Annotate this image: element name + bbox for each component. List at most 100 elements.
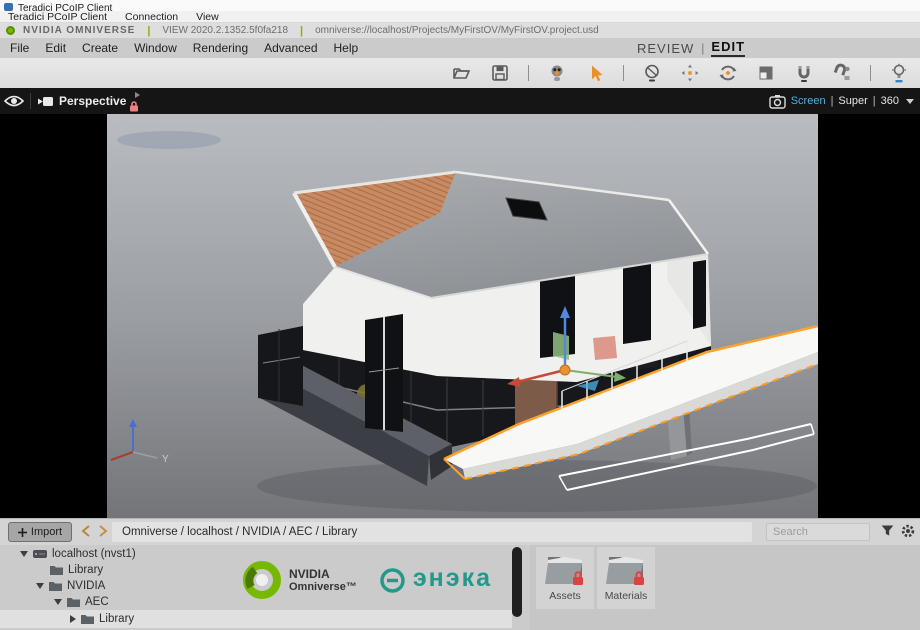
ground-shadow [257,460,817,512]
folder-icon [67,597,80,607]
menu-advanced[interactable]: Advanced [264,41,317,55]
client-menu-app[interactable]: Teradici PCoIP Client [8,11,107,23]
eneca-icon [379,567,406,594]
open-file-button[interactable] [452,63,472,83]
capture-screen-label[interactable]: Screen [791,95,826,107]
caret-right-icon[interactable] [70,615,76,623]
film-camera-icon [37,95,54,108]
light-button[interactable] [889,63,909,83]
folder-icon [49,581,62,591]
menu-help[interactable]: Help [334,41,359,55]
main-toolbar [0,58,920,88]
caret-down-icon[interactable] [20,551,28,557]
tile-label: Assets [549,590,581,602]
capture-button[interactable] [769,94,786,109]
tree-scrollbar-thumb[interactable] [512,547,522,617]
bar-separator: | [300,25,303,37]
transform-space-button[interactable] [642,63,662,83]
scale-tool-button[interactable] [756,63,776,83]
menu-file[interactable]: File [10,41,29,55]
capture-quality-label[interactable]: Super [838,95,867,107]
toolbar-separator [870,65,871,81]
nvidia-logo-icon [6,26,15,35]
settings-button[interactable] [899,523,917,541]
viewport-header: Perspective Screen | Super | 360 [0,88,920,114]
eye-icon [4,94,24,108]
capture-controls: Screen | Super | 360 [769,94,920,109]
move-tool-button[interactable] [680,63,700,83]
folder-tile-materials[interactable]: Materials [597,547,655,609]
house-3d-scene[interactable]: Y [107,114,818,518]
menu-edit[interactable]: Edit [45,41,66,55]
menu-window[interactable]: Window [134,41,177,55]
menu-rendering[interactable]: Rendering [193,41,248,55]
camera-selector[interactable]: Perspective [37,94,144,108]
plus-icon [18,528,27,537]
tree-item-label: localhost (nvst1) [52,548,136,560]
light-bulb-icon [889,63,909,83]
folder-icon [50,565,63,575]
robot-icon [547,63,567,83]
snap-settings-magnet-icon [832,63,852,83]
cloud [117,131,221,149]
locked-folder-icon [605,551,647,587]
tree-item-localhost[interactable]: localhost (nvst1) [20,546,136,561]
client-menu-view[interactable]: View [196,11,219,23]
nvidia-omniverse-logo: NVIDIA Omniverse™ [243,561,357,599]
search-input[interactable] [766,523,870,541]
tree-item-label: Library [68,564,103,576]
tree-item-library-selected[interactable]: Library [0,610,512,628]
select-tool-button[interactable] [585,63,605,83]
caret-down-icon[interactable] [36,583,44,589]
mode-switch: REVIEW | EDIT [637,39,745,57]
viewport-render[interactable]: Y [107,114,818,518]
brand-label: NVIDIA OMNIVERSE [23,25,135,36]
chevron-left-icon [81,525,91,537]
chevron-right-icon [98,525,108,537]
document-url: omniverse://localhost/Projects/MyFirstOV… [315,25,599,36]
camera-menu-label: Perspective [59,94,126,108]
breadcrumb[interactable]: Omniverse / localhost / NVIDIA / AEC / L… [112,522,752,542]
open-file-icon [452,63,472,83]
import-button[interactable]: Import [8,522,72,542]
forward-button[interactable] [95,523,111,541]
folder-icon [81,614,94,624]
filter-button[interactable] [878,523,896,541]
mode-edit[interactable]: EDIT [711,39,745,57]
bar-separator: | [147,25,150,37]
snap-settings-button[interactable] [832,63,852,83]
robot-button[interactable] [547,63,567,83]
rotate-tool-icon [718,63,738,83]
scale-tool-icon [756,63,776,83]
visibility-button[interactable] [4,91,24,111]
tree-item-aec[interactable]: AEC [54,594,109,609]
folder-tile-assets[interactable]: Assets [536,547,594,609]
tree-item-library[interactable]: Library [50,562,103,577]
import-label: Import [31,526,62,538]
tree-item-nvidia[interactable]: NVIDIA [36,578,105,593]
chevron-down-icon[interactable] [906,99,914,104]
mode-review[interactable]: REVIEW [637,41,694,56]
content-browser-toolbar: Import Omniverse / localhost / NVIDIA / … [0,518,920,545]
client-menu-connection[interactable]: Connection [125,11,178,23]
tree-item-label: AEC [85,596,109,608]
caret-down-icon[interactable] [54,599,62,605]
expand-triangle-icon [135,92,140,98]
move-tool-icon [680,63,700,83]
menu-create[interactable]: Create [82,41,118,55]
photo-camera-icon [769,94,786,109]
eneca-logo: энэка [379,566,492,595]
app-version: VIEW 2020.2.1352.5f0fa218 [162,25,288,36]
capture-divider: | [873,95,876,107]
back-button[interactable] [78,523,94,541]
tree-item-label: NVIDIA [67,580,105,592]
camera-lock-icon[interactable] [129,101,139,112]
axis-y-label: Y [162,454,169,465]
capture-resolution-label[interactable]: 360 [881,95,899,107]
brand-watermark: NVIDIA Omniverse™ энэка [243,550,508,610]
rotate-tool-button[interactable] [718,63,738,83]
viewport-area: Y [0,114,920,518]
save-button[interactable] [490,63,510,83]
snap-button[interactable] [794,63,814,83]
locked-folder-icon [544,551,586,587]
